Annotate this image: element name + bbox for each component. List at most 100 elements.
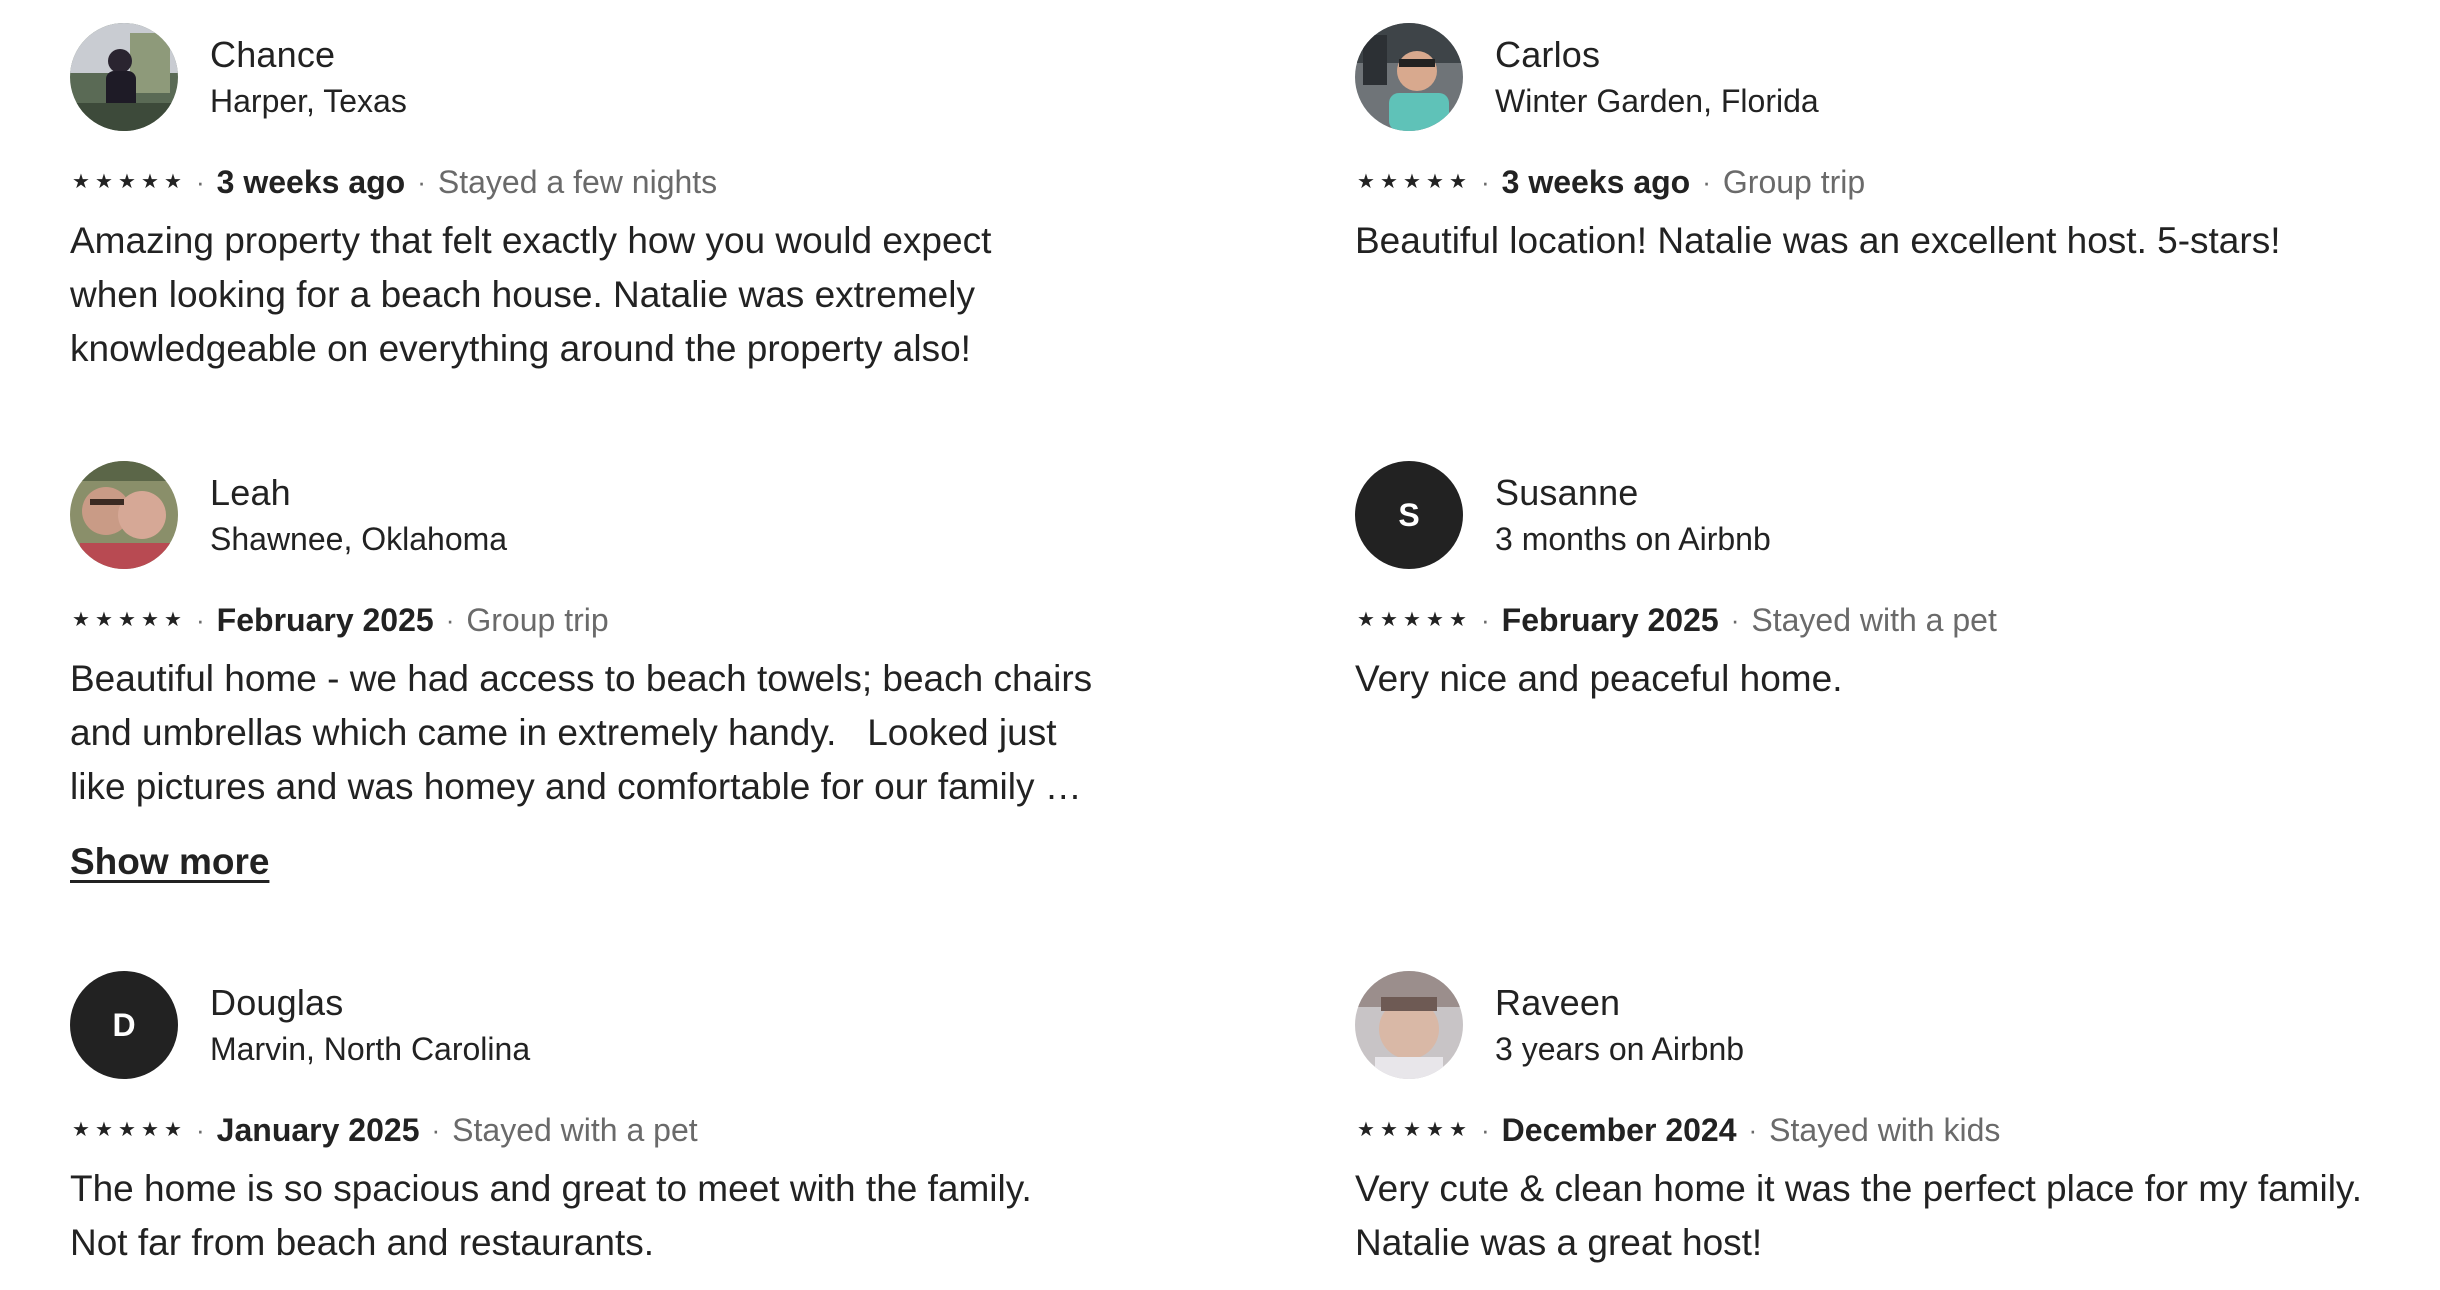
star-rating: ★ ★ ★ ★ ★ <box>1355 610 1469 630</box>
star-icon: ★ <box>1403 1119 1421 1141</box>
reviewer-location: Marvin, North Carolina <box>210 1031 531 1067</box>
star-icon: ★ <box>1357 609 1375 631</box>
review-text: Beautiful home - we had access to beach … <box>70 658 1093 807</box>
trip-type: Stayed with a pet <box>452 1111 698 1148</box>
star-icon: ★ <box>1426 609 1444 631</box>
separator: · <box>417 166 426 197</box>
review-card: Chance Harper, Texas ★ ★ ★ ★ ★ · 3 weeks… <box>70 22 1170 376</box>
star-icon: ★ <box>1357 171 1375 193</box>
avatar[interactable] <box>70 461 178 569</box>
avatar[interactable] <box>1355 23 1463 131</box>
separator: · <box>1481 604 1490 635</box>
star-icon: ★ <box>141 1119 159 1141</box>
reviewer-name: Carlos <box>1495 34 1601 75</box>
separator: · <box>1481 1114 1490 1145</box>
reviewer-name: Raveen <box>1495 982 1621 1023</box>
review-header: Raveen 3 years on Airbnb <box>1355 970 2440 1080</box>
star-icon: ★ <box>141 171 159 193</box>
show-more-link[interactable]: Show more <box>70 838 269 886</box>
separator: · <box>196 604 205 635</box>
avatar[interactable] <box>1355 971 1463 1079</box>
review-text: Very cute & clean home it was the perfec… <box>1355 1168 2362 1263</box>
review-date: 3 weeks ago <box>1501 163 1691 200</box>
review-meta: ★ ★ ★ ★ ★ · December 2024 · Stayed with … <box>1355 1110 2440 1150</box>
trip-type: Group trip <box>466 601 609 638</box>
reviewer-name: Douglas <box>210 982 344 1023</box>
star-icon: ★ <box>1449 609 1467 631</box>
star-icon: ★ <box>118 171 136 193</box>
review-text: The home is so spacious and great to mee… <box>70 1168 1032 1263</box>
star-icon: ★ <box>1357 1119 1375 1141</box>
star-icon: ★ <box>1380 1119 1398 1141</box>
review-meta: ★ ★ ★ ★ ★ · 3 weeks ago · Group trip <box>1355 162 2440 202</box>
star-rating: ★ ★ ★ ★ ★ <box>70 1120 184 1140</box>
reviewer-tenure: 3 months on Airbnb <box>1495 521 1771 557</box>
star-icon: ★ <box>95 171 113 193</box>
trip-type: Stayed with kids <box>1769 1111 2001 1148</box>
avatar[interactable]: S <box>1355 461 1463 569</box>
review-card: Leah Shawnee, Oklahoma ★ ★ ★ ★ ★ · Febru… <box>70 460 1170 886</box>
review-date: February 2025 <box>1501 601 1719 638</box>
review-text: Amazing property that felt exactly how y… <box>70 220 992 369</box>
review-card: D Douglas Marvin, North Carolina ★ ★ ★ ★… <box>70 970 1170 1270</box>
star-icon: ★ <box>1449 171 1467 193</box>
avatar[interactable]: D <box>70 971 178 1079</box>
review-header: Chance Harper, Texas <box>70 22 1170 132</box>
review-date: 3 weeks ago <box>216 163 406 200</box>
reviewer-location: Harper, Texas <box>210 83 407 119</box>
star-icon: ★ <box>1449 1119 1467 1141</box>
star-icon: ★ <box>164 171 182 193</box>
review-date: January 2025 <box>216 1111 420 1148</box>
trip-type: Stayed with a pet <box>1751 601 1997 638</box>
star-icon: ★ <box>164 1119 182 1141</box>
star-rating: ★ ★ ★ ★ ★ <box>1355 172 1469 192</box>
separator: · <box>196 1114 205 1145</box>
separator: · <box>196 166 205 197</box>
review-meta: ★ ★ ★ ★ ★ · January 2025 · Stayed with a… <box>70 1110 1170 1150</box>
reviewer-tenure: 3 years on Airbnb <box>1495 1031 1745 1067</box>
review-header: S Susanne 3 months on Airbnb <box>1355 460 2440 570</box>
reviewer-name: Leah <box>210 472 291 513</box>
review-text: Beautiful location! Natalie was an excel… <box>1355 220 2281 261</box>
star-rating: ★ ★ ★ ★ ★ <box>70 610 184 630</box>
star-icon: ★ <box>141 609 159 631</box>
star-icon: ★ <box>1426 1119 1444 1141</box>
separator: · <box>445 604 455 635</box>
trip-type: Stayed a few nights <box>437 163 718 200</box>
review-card: Raveen 3 years on Airbnb ★ ★ ★ ★ ★ · Dec… <box>1355 970 2440 1270</box>
star-icon: ★ <box>1380 609 1398 631</box>
review-card: S Susanne 3 months on Airbnb ★ ★ ★ ★ ★ ·… <box>1355 460 2440 706</box>
review-text: Very nice and peaceful home. <box>1355 658 1843 699</box>
separator: · <box>1730 604 1740 635</box>
separator: · <box>1748 1114 1758 1145</box>
reviewer-name: Susanne <box>1495 472 1639 513</box>
star-icon: ★ <box>95 609 113 631</box>
star-icon: ★ <box>95 1119 113 1141</box>
review-card: Carlos Winter Garden, Florida ★ ★ ★ ★ ★ … <box>1355 22 2440 268</box>
review-date: December 2024 <box>1501 1111 1737 1148</box>
star-rating: ★ ★ ★ ★ ★ <box>1355 1120 1469 1140</box>
star-icon: ★ <box>72 171 90 193</box>
star-icon: ★ <box>72 1119 90 1141</box>
trip-type: Group trip <box>1722 163 1866 200</box>
review-meta: ★ ★ ★ ★ ★ · February 2025 · Stayed with … <box>1355 600 2440 640</box>
review-meta: ★ ★ ★ ★ ★ · 3 weeks ago · Stayed a few n… <box>70 162 1170 202</box>
star-icon: ★ <box>118 609 136 631</box>
star-rating: ★ ★ ★ ★ ★ <box>70 172 184 192</box>
review-header: Leah Shawnee, Oklahoma <box>70 460 1170 570</box>
star-icon: ★ <box>1426 171 1444 193</box>
star-icon: ★ <box>1380 171 1398 193</box>
star-icon: ★ <box>72 609 90 631</box>
star-icon: ★ <box>164 609 182 631</box>
star-icon: ★ <box>1403 609 1421 631</box>
review-header: Carlos Winter Garden, Florida <box>1355 22 2440 132</box>
star-icon: ★ <box>118 1119 136 1141</box>
review-meta: ★ ★ ★ ★ ★ · February 2025 · Group trip <box>70 600 1170 640</box>
avatar[interactable] <box>70 23 178 131</box>
review-date: February 2025 <box>216 601 434 638</box>
separator: · <box>1702 166 1711 197</box>
star-icon: ★ <box>1403 171 1421 193</box>
separator: · <box>1481 166 1490 197</box>
reviewer-location: Winter Garden, Florida <box>1495 83 1819 119</box>
reviewer-location: Shawnee, Oklahoma <box>210 521 508 557</box>
